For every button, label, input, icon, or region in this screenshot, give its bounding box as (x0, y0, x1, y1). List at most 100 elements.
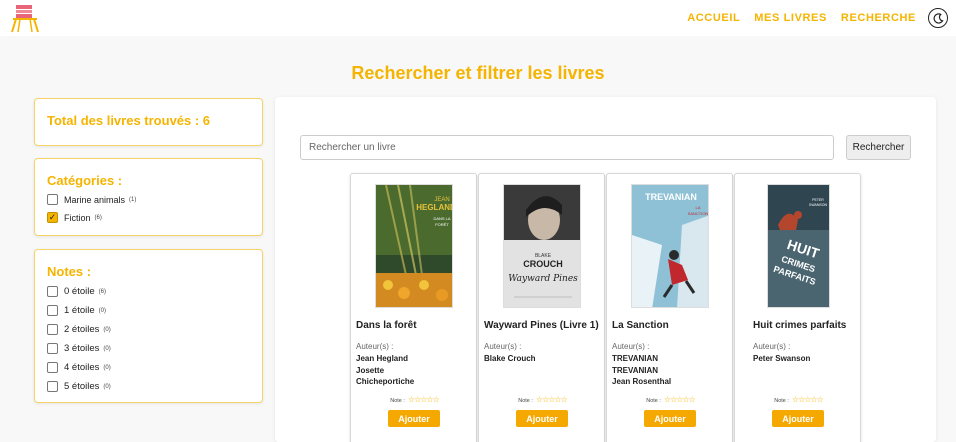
logo-icon[interactable] (10, 3, 40, 33)
page-title: Rechercher et filtrer les livres (351, 63, 605, 83)
note-label: 0 étoile (64, 286, 95, 297)
notes-title: Notes : (47, 264, 92, 279)
notes-panel: Notes : 0 étoile (6) 1 étoile (0) 2 étoile… (34, 249, 263, 403)
rating-label: Note : (646, 398, 661, 404)
book-card[interactable]: TREVANIAN LA SANCTION La Sanction Auteur… (606, 173, 733, 442)
author-name: Chicheportiche (356, 377, 415, 386)
star-rating-icons[interactable]: ☆☆☆☆☆ (664, 395, 696, 404)
book-rating: Note : ☆☆☆☆☆ (735, 395, 862, 404)
note-option[interactable]: 1 étoile (0) (47, 304, 250, 317)
note-checkbox[interactable] (47, 286, 58, 297)
note-checkbox[interactable] (47, 381, 58, 392)
authors-label: Auteur(s) : (356, 342, 394, 351)
book-cover[interactable]: JEAN HEGLAND DANS LA FORÊT (375, 184, 453, 308)
book-title: Wayward Pines (Livre 1) (484, 320, 599, 331)
star-rating-icons[interactable]: ☆☆☆☆☆ (792, 395, 824, 404)
star-rating-icons[interactable]: ☆☆☆☆☆ (536, 395, 568, 404)
star-rating-icons[interactable]: ☆☆☆☆☆ (408, 395, 440, 404)
book-cover[interactable]: TREVANIAN LA SANCTION (631, 184, 709, 308)
book-card[interactable]: PETER SWANSON HUIT CRIMES PARFAITS Huit … (734, 173, 861, 442)
category-checkbox[interactable] (47, 212, 58, 223)
note-option[interactable]: 2 étoiles (0) (47, 323, 250, 336)
category-option[interactable]: Marine animals (1) (47, 193, 250, 206)
author-name: TREVANIAN (612, 354, 659, 363)
search-button[interactable]: Rechercher (846, 135, 911, 160)
author-name: Jean Rosenthal (612, 377, 672, 386)
book-card[interactable]: BLAKE CROUCH Wayward Pines Wayward Pines… (478, 173, 605, 442)
author-name: Jean Hegland (356, 354, 409, 363)
svg-text:PETER: PETER (812, 198, 824, 202)
note-label: 2 étoiles (64, 324, 100, 335)
book-title: La Sanction (612, 320, 669, 331)
note-option[interactable]: 0 étoile (6) (47, 285, 250, 298)
note-count: (0) (103, 345, 111, 352)
author-name: Peter Swanson (753, 354, 811, 363)
note-label: 1 étoile (64, 305, 95, 316)
note-count: (0) (103, 383, 111, 390)
note-label: 5 étoiles (64, 381, 100, 392)
note-label: 3 étoiles (64, 343, 100, 354)
svg-text:Wayward Pines: Wayward Pines (508, 274, 578, 284)
book-authors: Peter Swanson (753, 353, 810, 365)
note-option[interactable]: 4 étoiles (0) (47, 361, 250, 374)
author-name: TREVANIAN (612, 365, 659, 375)
note-count: (6) (98, 288, 106, 295)
svg-text:SWANSON: SWANSON (809, 203, 827, 207)
main-nav: ACCUEIL MES LIVRES RECHERCHE (687, 12, 916, 24)
note-checkbox[interactable] (47, 324, 58, 335)
book-card[interactable]: JEAN HEGLAND DANS LA FORÊT Dans la forêt… (350, 173, 477, 442)
category-label: Marine animals (64, 194, 126, 205)
category-count: (1) (129, 196, 137, 203)
category-checkbox[interactable] (47, 194, 58, 205)
book-authors: Blake Crouch (484, 353, 536, 365)
author-name: Blake Crouch (484, 354, 536, 363)
rating-label: Note : (774, 398, 789, 404)
add-book-button[interactable]: Ajouter (516, 410, 568, 427)
search-input[interactable] (300, 135, 834, 160)
note-count: (0) (103, 326, 111, 333)
category-option[interactable]: Fiction (6) (47, 211, 250, 224)
nav-recherche[interactable]: RECHERCHE (841, 12, 916, 24)
note-option[interactable]: 5 étoiles (0) (47, 380, 250, 393)
note-checkbox[interactable] (47, 305, 58, 316)
note-label: 4 étoiles (64, 362, 100, 373)
book-authors: Jean Hegland Josette Chicheportiche (356, 353, 414, 388)
note-option[interactable]: 3 étoiles (0) (47, 342, 250, 355)
category-count: (6) (94, 214, 102, 221)
book-rating: Note : ☆☆☆☆☆ (351, 395, 478, 404)
theme-toggle-button[interactable] (928, 8, 948, 28)
total-panel: Total des livres trouvés : 6 (34, 98, 263, 146)
add-book-button[interactable]: Ajouter (772, 410, 824, 427)
nav-mes-livres[interactable]: MES LIVRES (754, 12, 827, 24)
svg-text:HEGLAND: HEGLAND (416, 203, 453, 212)
moon-icon (933, 12, 944, 24)
book-title: Dans la forêt (356, 320, 417, 331)
svg-text:FORÊT: FORÊT (435, 222, 449, 227)
results-panel: Rechercher JEAN HEGLAND DANS LA FORÊT Da… (275, 97, 936, 442)
book-cover[interactable]: PETER SWANSON HUIT CRIMES PARFAITS (767, 184, 830, 308)
rating-label: Note : (518, 398, 533, 404)
top-bar: ACCUEIL MES LIVRES RECHERCHE (0, 0, 956, 36)
note-checkbox[interactable] (47, 343, 58, 354)
book-title: Huit crimes parfaits (753, 320, 847, 331)
authors-label: Auteur(s) : (612, 342, 650, 351)
svg-text:CROUCH: CROUCH (523, 259, 563, 269)
svg-text:SANCTION: SANCTION (688, 211, 709, 216)
categories-panel: Catégories : Marine animals (1) Fiction … (34, 158, 263, 236)
svg-text:LA: LA (696, 205, 701, 210)
authors-label: Auteur(s) : (484, 342, 522, 351)
add-book-button[interactable]: Ajouter (644, 410, 696, 427)
add-book-button[interactable]: Ajouter (388, 410, 440, 427)
book-rating: Note : ☆☆☆☆☆ (479, 395, 606, 404)
rating-label: Note : (390, 398, 405, 404)
note-count: (0) (103, 364, 111, 371)
note-count: (0) (98, 307, 106, 314)
book-cover[interactable]: BLAKE CROUCH Wayward Pines (503, 184, 581, 308)
category-label: Fiction (64, 212, 91, 223)
book-authors: TREVANIAN TREVANIAN Jean Rosenthal (612, 353, 671, 388)
nav-accueil[interactable]: ACCUEIL (687, 12, 740, 24)
authors-label: Auteur(s) : (753, 342, 791, 351)
total-count: Total des livres trouvés : 6 (47, 113, 211, 128)
note-checkbox[interactable] (47, 362, 58, 373)
author-name: Josette (356, 365, 385, 375)
